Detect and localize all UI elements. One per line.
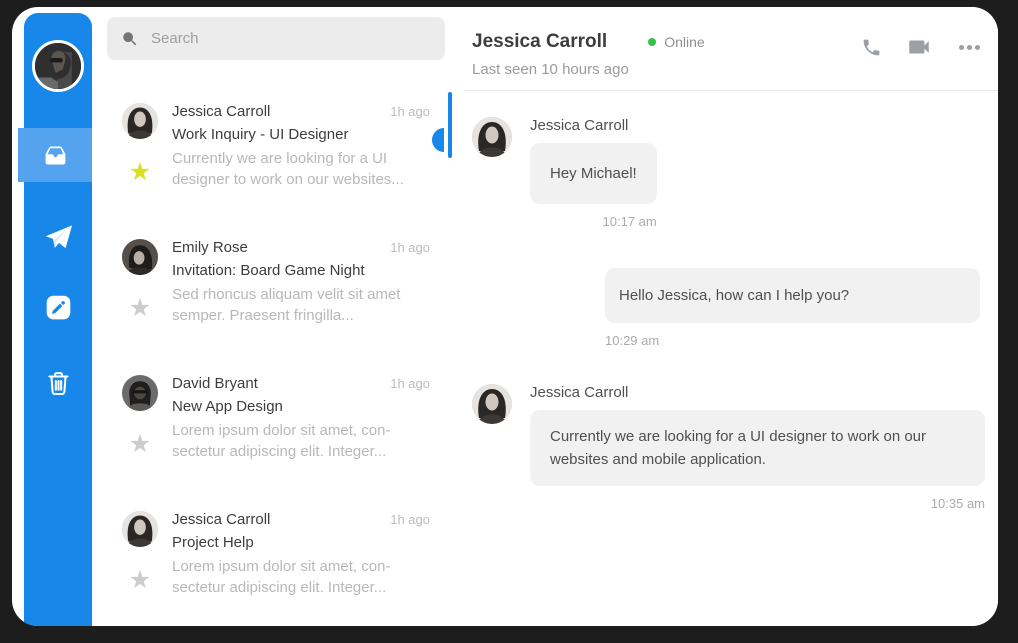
online-status-label: Online: [664, 34, 704, 50]
conversation-preview: Lorem ipsum dolor sit amet, con- sectetu…: [172, 420, 430, 462]
contact-avatar: [122, 375, 158, 411]
conversation-subject: New App Design: [172, 398, 430, 415]
conversation-time: 1h ago: [390, 512, 430, 527]
sidebar-item-compose[interactable]: [24, 294, 92, 321]
conversation-name: Jessica Carroll: [172, 103, 270, 120]
conversation-time: 1h ago: [390, 376, 430, 391]
dot: [959, 45, 964, 50]
conversation-list-panel: ★ Jessica Carroll 1h ago Work Inquiry - …: [92, 7, 464, 626]
message-bubble: Hey Michael!: [530, 143, 657, 204]
conversation-name: Emily Rose: [172, 239, 248, 256]
conversation-row[interactable]: ★ Jessica Carroll 1h ago Work Inquiry - …: [92, 96, 464, 232]
conversation-preview: Sed rhoncus aliquam velit sit amet sempe…: [172, 284, 430, 326]
online-status-dot: [648, 38, 656, 46]
message-list: Jessica Carroll Hey Michael! 10:17 am He…: [460, 91, 998, 511]
video-camera-icon: [906, 34, 932, 60]
phone-icon: [861, 37, 882, 58]
contact-avatar: [472, 117, 512, 157]
message-time: 10:17 am: [603, 214, 657, 229]
conversation-name: David Bryant: [172, 375, 258, 392]
message-incoming: Jessica Carroll Hey Michael! 10:17 am: [472, 117, 980, 229]
star-icon[interactable]: ★: [129, 432, 151, 457]
contact-avatar: [122, 511, 158, 547]
conversation-subject: Work Inquiry - UI Designer: [172, 126, 430, 143]
conversation-preview: Lorem ipsum dolor sit amet, con- sectetu…: [172, 556, 430, 598]
contact-avatar: [472, 384, 512, 424]
dot: [975, 45, 980, 50]
sidebar-item-trash[interactable]: [24, 369, 92, 398]
message-bubble: Hello Jessica, how can I help you?: [605, 268, 980, 323]
call-button[interactable]: [861, 37, 882, 58]
message-outgoing: Hello Jessica, how can I help you? 10:29…: [472, 268, 980, 348]
scrollbar-thumb[interactable]: [448, 92, 452, 158]
last-seen-label: Last seen 10 hours ago: [472, 61, 629, 78]
contact-avatar: [122, 103, 158, 139]
contact-avatar: [122, 239, 158, 275]
conversation-subject: Project Help: [172, 534, 430, 551]
conversation-time: 1h ago: [390, 240, 430, 255]
user-avatar[interactable]: [32, 40, 84, 92]
star-icon[interactable]: ★: [129, 160, 151, 185]
star-icon[interactable]: ★: [129, 296, 151, 321]
sidebar: [24, 13, 92, 626]
compose-icon: [45, 294, 72, 321]
chat-contact-name: Jessica Carroll: [472, 31, 607, 53]
sidebar-item-sent[interactable]: [24, 222, 92, 253]
search-icon: [121, 30, 139, 48]
send-icon: [43, 222, 74, 253]
conversation-subject: Invitation: Board Game Night: [172, 262, 430, 279]
conversation-row[interactable]: ★ Jessica Carroll 1h ago Project Help Lo…: [92, 504, 464, 626]
conversation-time: 1h ago: [390, 104, 430, 119]
message-incoming: Jessica Carroll Currently we are looking…: [472, 384, 980, 511]
message-time: 10:35 am: [931, 496, 985, 511]
message-sender: Jessica Carroll: [530, 384, 628, 401]
conversation-row[interactable]: ★ Emily Rose 1h ago Invitation: Board Ga…: [92, 232, 464, 368]
chat-panel: Jessica Carroll Online Last seen 10 hour…: [460, 7, 998, 626]
app-background: ★ Jessica Carroll 1h ago Work Inquiry - …: [0, 0, 1018, 643]
video-call-button[interactable]: [906, 34, 932, 60]
conversation-rows: ★ Jessica Carroll 1h ago Work Inquiry - …: [92, 96, 464, 626]
search-bar[interactable]: [107, 17, 445, 60]
chat-header: Jessica Carroll Online Last seen 10 hour…: [460, 7, 998, 91]
message-time: 10:29 am: [605, 333, 659, 348]
search-input[interactable]: [151, 30, 431, 47]
more-options-button[interactable]: [956, 45, 980, 50]
sidebar-item-inbox[interactable]: [18, 128, 92, 182]
conversation-name: Jessica Carroll: [172, 511, 270, 528]
dot: [967, 45, 972, 50]
user-avatar-image: [35, 43, 81, 89]
message-bubble: Currently we are looking for a UI design…: [530, 410, 985, 486]
message-sender: Jessica Carroll: [530, 117, 628, 134]
app-window: ★ Jessica Carroll 1h ago Work Inquiry - …: [12, 7, 998, 626]
inbox-icon: [42, 142, 69, 169]
trash-icon: [44, 369, 73, 398]
conversation-preview: Currently we are looking for a UI design…: [172, 148, 430, 190]
star-icon[interactable]: ★: [129, 568, 151, 593]
conversation-row[interactable]: ★ David Bryant 1h ago New App Design Lor…: [92, 368, 464, 504]
